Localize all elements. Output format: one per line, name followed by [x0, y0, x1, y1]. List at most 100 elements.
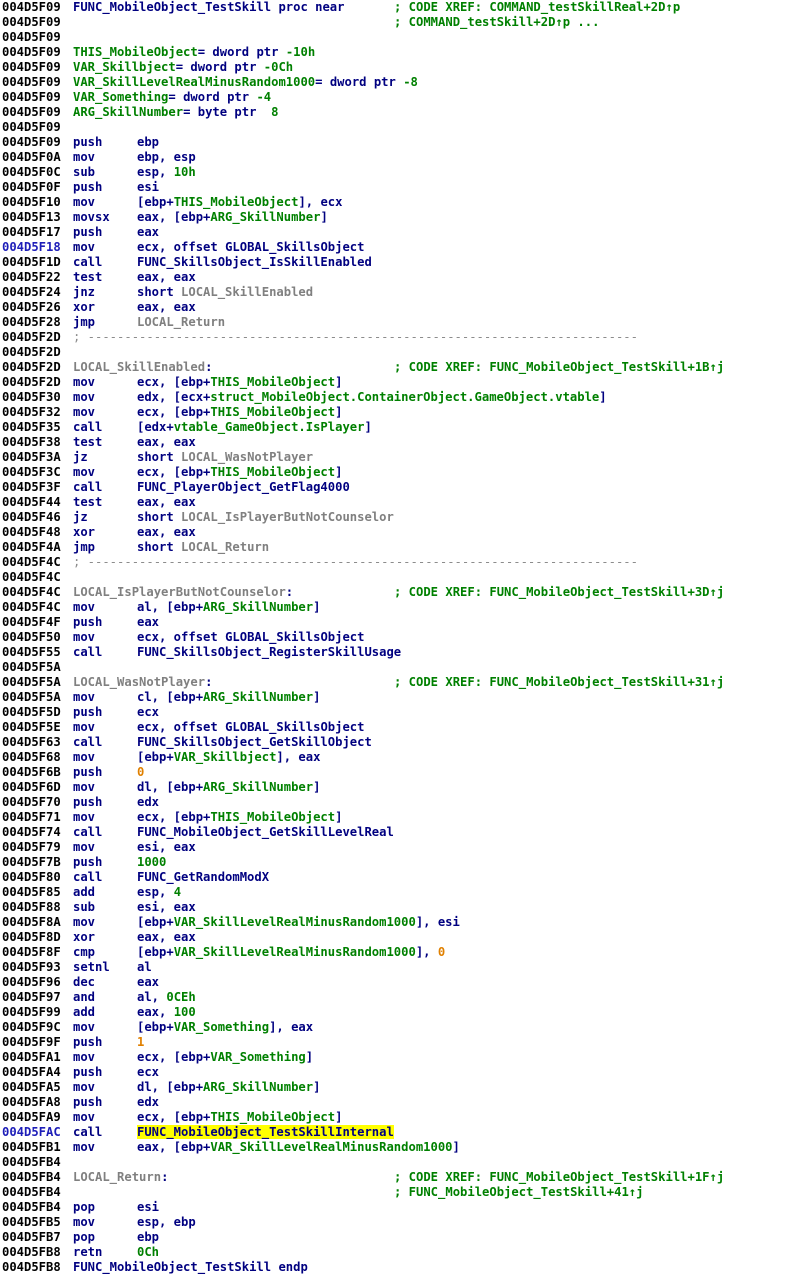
- code-line[interactable]: 004D5F10 mov [ebp+THIS_MobileObject], ecx: [0, 195, 793, 210]
- symbol-token[interactable]: FUNC_MobileObject_TestSkillInternal: [137, 1125, 394, 1139]
- xref-comment[interactable]: ; FUNC_MobileObject_TestSkill+41↑j: [394, 1185, 643, 1200]
- symbol-token[interactable]: ARG_SkillNumber: [203, 1080, 313, 1094]
- symbol-token[interactable]: VAR_Something: [210, 1050, 305, 1064]
- xref-comment[interactable]: ; CODE XREF: FUNC_MobileObject_TestSkill…: [394, 585, 724, 600]
- code-line[interactable]: 004D5F2D: [0, 345, 793, 360]
- code-line[interactable]: 004D5FB1 mov eax, [ebp+VAR_SkillLevelRealM…: [0, 1140, 793, 1155]
- symbol-token[interactable]: THIS_MobileObject: [210, 405, 335, 419]
- code-line[interactable]: 004D5F63 call FUNC_SkillsObject_GetSkillOb…: [0, 735, 793, 750]
- symbol-token[interactable]: FUNC_GetRandomModX: [137, 870, 269, 884]
- symbol-token[interactable]: VAR_SkillLevelRealMinusRandom1000: [174, 945, 416, 959]
- symbol-token[interactable]: FUNC_MobileObject_GetSkillLevelReal: [137, 825, 394, 839]
- code-line[interactable]: 004D5F18 mov ecx, offset GLOBAL_SkillsObje…: [0, 240, 793, 255]
- symbol-token[interactable]: LOCAL_Return: [137, 315, 225, 329]
- symbol-token[interactable]: FUNC_MobileObject_TestSkill proc near: [73, 0, 345, 14]
- code-line[interactable]: 004D5F4C ; ------------------------------…: [0, 555, 793, 570]
- symbol-token[interactable]: 0Ch: [137, 1245, 159, 1259]
- code-line[interactable]: 004D5F09: [0, 30, 793, 45]
- code-line[interactable]: 004D5F8D xor eax, eax: [0, 930, 793, 945]
- code-line[interactable]: 004D5F70 push edx: [0, 795, 793, 810]
- code-line[interactable]: 004D5F93 setnl al: [0, 960, 793, 975]
- symbol-token[interactable]: ARG_SkillNumber: [203, 690, 313, 704]
- symbol-token[interactable]: VAR_SkillLevelRealMinusRandom1000: [73, 75, 315, 89]
- symbol-token[interactable]: VAR_SkillLevelRealMinusRandom1000: [174, 915, 416, 929]
- code-line[interactable]: 004D5F3C mov ecx, [ebp+THIS_MobileObject]: [0, 465, 793, 480]
- symbol-token[interactable]: 4: [174, 885, 181, 899]
- symbol-token[interactable]: FUNC_SkillsObject_IsSkillEnabled: [137, 255, 372, 269]
- symbol-token[interactable]: THIS_MobileObject: [174, 195, 299, 209]
- symbol-token[interactable]: LOCAL_Return: [181, 540, 269, 554]
- code-line[interactable]: 004D5F79 mov esi, eax: [0, 840, 793, 855]
- code-line[interactable]: 004D5FB4 LOCAL_Return: ; CODE XREF: FUNC_M…: [0, 1170, 793, 1185]
- code-line[interactable]: 004D5FA1 mov ecx, [ebp+VAR_Something]: [0, 1050, 793, 1065]
- code-line[interactable]: 004D5F5A mov cl, [ebp+ARG_SkillNumber]: [0, 690, 793, 705]
- symbol-token[interactable]: vtable_GameObject.IsPlayer: [174, 420, 365, 434]
- code-line[interactable]: 004D5FB8 retn 0Ch: [0, 1245, 793, 1260]
- symbol-token[interactable]: FUNC_SkillsObject_GetSkillObject: [137, 735, 372, 749]
- symbol-token[interactable]: struct_MobileObject.ContainerObject.Game…: [210, 390, 599, 404]
- code-line[interactable]: 004D5F6B push 0: [0, 765, 793, 780]
- code-line[interactable]: 004D5F24 jnz short LOCAL_SkillEnabled: [0, 285, 793, 300]
- symbol-token[interactable]: VAR_Something: [174, 1020, 269, 1034]
- symbol-token[interactable]: LOCAL_SkillEnabled: [181, 285, 313, 299]
- xref-comment[interactable]: ; CODE XREF: FUNC_MobileObject_TestSkill…: [394, 675, 724, 690]
- symbol-token[interactable]: -10h: [286, 45, 315, 59]
- symbol-token[interactable]: VAR_Skillbject: [73, 60, 176, 74]
- symbol-token[interactable]: VAR_Skillbject: [174, 750, 277, 764]
- code-line[interactable]: 004D5F35 call [edx+vtable_GameObject.IsPla…: [0, 420, 793, 435]
- symbol-token[interactable]: GLOBAL_SkillsObject: [225, 630, 364, 644]
- code-line[interactable]: 004D5FB4 pop esi: [0, 1200, 793, 1215]
- code-line[interactable]: 004D5F17 push eax: [0, 225, 793, 240]
- code-line[interactable]: 004D5F26 xor eax, eax: [0, 300, 793, 315]
- symbol-token[interactable]: VAR_Something: [73, 90, 168, 104]
- code-line[interactable]: 004D5F4C mov al, [ebp+ARG_SkillNumber]: [0, 600, 793, 615]
- code-line[interactable]: 004D5F97 and al, 0CEh: [0, 990, 793, 1005]
- symbol-token[interactable]: THIS_MobileObject: [73, 45, 198, 59]
- symbol-token[interactable]: 1000: [137, 855, 166, 869]
- symbol-token[interactable]: FUNC_PlayerObject_GetFlag4000: [137, 480, 350, 494]
- xref-comment[interactable]: ; CODE XREF: COMMAND_testSkillReal+2D↑p: [394, 0, 680, 15]
- code-line[interactable]: 004D5F1D call FUNC_SkillsObject_IsSkillEna…: [0, 255, 793, 270]
- code-line[interactable]: 004D5F13 movsx eax, [ebp+ARG_SkillNumber]: [0, 210, 793, 225]
- code-line[interactable]: 004D5F09 VAR_Something= dword ptr -4: [0, 90, 793, 105]
- code-line[interactable]: 004D5F68 mov [ebp+VAR_Skillbject], eax: [0, 750, 793, 765]
- symbol-token[interactable]: LOCAL_Return: [73, 1170, 161, 1184]
- symbol-token[interactable]: THIS_MobileObject: [210, 465, 335, 479]
- code-line[interactable]: 004D5F5D push ecx: [0, 705, 793, 720]
- code-line[interactable]: 004D5F3A jz short LOCAL_WasNotPlayer: [0, 450, 793, 465]
- code-line[interactable]: 004D5F22 test eax, eax: [0, 270, 793, 285]
- symbol-token[interactable]: -0Ch: [264, 60, 293, 74]
- symbol-token[interactable]: LOCAL_WasNotPlayer: [181, 450, 313, 464]
- code-line[interactable]: 004D5FB8 FUNC_MobileObject_TestSkill endp: [0, 1260, 793, 1275]
- code-line[interactable]: 004D5F0C sub esp, 10h: [0, 165, 793, 180]
- code-line[interactable]: 004D5F28 jmp LOCAL_Return: [0, 315, 793, 330]
- code-line[interactable]: 004D5F46 jz short LOCAL_IsPlayerButNotCoun…: [0, 510, 793, 525]
- code-line[interactable]: 004D5F09 THIS_MobileObject= dword ptr -10…: [0, 45, 793, 60]
- code-line[interactable]: 004D5F8F cmp [ebp+VAR_SkillLevelRealMinusR…: [0, 945, 793, 960]
- code-line[interactable]: 004D5F09 FUNC_MobileObject_TestSkill proc…: [0, 0, 793, 15]
- code-line[interactable]: 004D5FB4 ; FUNC_MobileObject_TestSkill+41…: [0, 1185, 793, 1200]
- symbol-token[interactable]: GLOBAL_SkillsObject: [225, 720, 364, 734]
- code-line[interactable]: 004D5F32 mov ecx, [ebp+THIS_MobileObject]: [0, 405, 793, 420]
- code-line[interactable]: 004D5FB5 mov esp, ebp: [0, 1215, 793, 1230]
- symbol-token[interactable]: 0CEh: [166, 990, 195, 1004]
- code-line[interactable]: 004D5F4A jmp short LOCAL_Return: [0, 540, 793, 555]
- code-line[interactable]: 004D5F71 mov ecx, [ebp+THIS_MobileObject]: [0, 810, 793, 825]
- code-line[interactable]: 004D5F9F push 1: [0, 1035, 793, 1050]
- code-line[interactable]: 004D5F85 add esp, 4: [0, 885, 793, 900]
- code-line[interactable]: 004D5F30 mov edx, [ecx+struct_MobileObject…: [0, 390, 793, 405]
- code-line[interactable]: 004D5F09 ; COMMAND_testSkill+2D↑p ...: [0, 15, 793, 30]
- symbol-token[interactable]: VAR_SkillLevelRealMinusRandom1000: [210, 1140, 452, 1154]
- code-line[interactable]: 004D5FA4 push ecx: [0, 1065, 793, 1080]
- code-line[interactable]: 004D5F80 call FUNC_GetRandomModX: [0, 870, 793, 885]
- code-line[interactable]: 004D5F4C: [0, 570, 793, 585]
- code-line[interactable]: 004D5F8A mov [ebp+VAR_SkillLevelRealMinusR…: [0, 915, 793, 930]
- symbol-token[interactable]: GLOBAL_SkillsObject: [225, 240, 364, 254]
- symbol-token[interactable]: THIS_MobileObject: [210, 810, 335, 824]
- symbol-token[interactable]: THIS_MobileObject: [210, 375, 335, 389]
- symbol-token[interactable]: THIS_MobileObject: [210, 1110, 335, 1124]
- symbol-token[interactable]: ARG_SkillNumber: [203, 600, 313, 614]
- code-line[interactable]: 004D5F4C LOCAL_IsPlayerButNotCounselor: ; …: [0, 585, 793, 600]
- symbol-token[interactable]: LOCAL_WasNotPlayer: [73, 675, 205, 689]
- code-line[interactable]: 004D5F4F push eax: [0, 615, 793, 630]
